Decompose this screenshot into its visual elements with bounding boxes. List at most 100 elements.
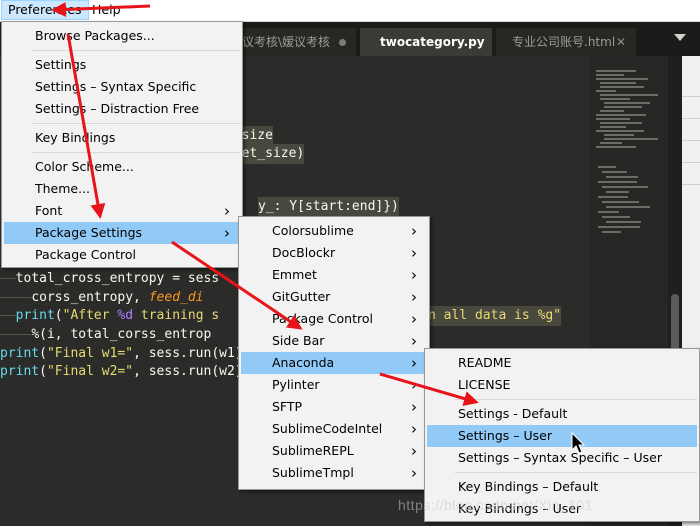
menu-item-label: Package Control (35, 247, 136, 262)
menu-item-label: Theme... (35, 181, 91, 196)
package-settings-side-bar[interactable]: Side Bar › (241, 330, 427, 352)
submenu-arrow-icon: › (411, 442, 417, 460)
anaconda-settings-syntax-specific-user[interactable]: Settings – Syntax Specific – User (427, 447, 697, 469)
menu-item-label: Anaconda (272, 355, 335, 370)
code-line: y_: Y[start:end]}) (258, 197, 399, 217)
code-line: ————corss_entropy, feed_di (0, 290, 204, 305)
submenu-arrow-icon: › (411, 310, 417, 328)
menu-item-label: Package Settings (35, 225, 143, 240)
menu-item-label: Color Scheme... (35, 159, 134, 174)
tab-modified-dot-icon (339, 39, 346, 46)
menu-item-label: SublimeTmpl (272, 465, 354, 480)
minimap-line (596, 146, 636, 148)
minimap-line (606, 176, 638, 178)
menu-item-label: Package Control (272, 311, 373, 326)
side-panel-divider (682, 140, 700, 141)
watermark: https://blog.csdn.net/Xin_101 (398, 497, 594, 513)
submenu-arrow-icon: › (411, 398, 417, 416)
preferences-settings-syntax-specific[interactable]: Settings – Syntax Specific (4, 76, 240, 98)
minimap-line (600, 110, 624, 112)
menu-item-label: Settings – User (458, 428, 552, 443)
preferences-package-control[interactable]: Package Control (4, 244, 240, 266)
preferences-theme[interactable]: Theme... (4, 178, 240, 200)
package-settings-pylinter[interactable]: Pylinter › (241, 374, 427, 396)
minimap-line (606, 221, 641, 223)
minimap-line (600, 122, 642, 124)
package-settings-docblockr[interactable]: DocBlockr › (241, 242, 427, 264)
menu-separator (455, 399, 697, 400)
menu-item-label: DocBlockr (272, 245, 336, 260)
minimap-line (602, 201, 639, 203)
minimap-line (596, 74, 624, 76)
minimap-line (602, 216, 630, 218)
menu-separator (32, 152, 240, 153)
menu-help[interactable]: Help (86, 0, 127, 20)
package-settings-emmet[interactable]: Emmet › (241, 264, 427, 286)
package-settings-sublimerepl[interactable]: SublimeREPL › (241, 440, 427, 462)
minimap-line (606, 206, 650, 208)
submenu-arrow-icon: › (411, 244, 417, 262)
minimap-line (602, 186, 648, 188)
menu-item-label: README (458, 355, 512, 370)
minimap-line (598, 166, 616, 168)
minimap-line (598, 211, 619, 213)
tab-active[interactable]: twocategory.py (360, 28, 492, 56)
package-settings-gitgutter[interactable]: GitGutter › (241, 286, 427, 308)
minimap-line (596, 130, 644, 132)
tab-overflow-icon[interactable] (674, 34, 686, 41)
preferences-key-bindings[interactable]: Key Bindings (4, 127, 240, 149)
code-line: n all data is %g" (428, 306, 562, 326)
anaconda-readme[interactable]: README (427, 352, 697, 374)
preferences-color-scheme[interactable]: Color Scheme... (4, 156, 240, 178)
minimap-line (598, 196, 628, 198)
preferences-package-settings[interactable]: Package Settings › (4, 222, 240, 244)
package-settings-sublimecodeintel[interactable]: SublimeCodeIntel › (241, 418, 427, 440)
minimap-line (596, 114, 646, 116)
package-settings-sftp[interactable]: SFTP › (241, 396, 427, 418)
package-settings-sublimetmpl[interactable]: SublimeTmpl › (241, 462, 427, 484)
menu-item-label: Settings – Syntax Specific (35, 79, 197, 94)
tab-1[interactable]: 议考核\嫒议考核 (226, 28, 356, 56)
minimap-line (604, 134, 634, 136)
minimap-line (604, 138, 658, 140)
code-line: print("Final w1=", sess.run(w1) (0, 346, 243, 361)
package-settings-colorsublime[interactable]: Colorsublime › (241, 220, 427, 242)
side-panel-divider (682, 118, 700, 119)
side-panel-divider (682, 96, 700, 97)
minimap-line (600, 142, 622, 144)
preferences-browse-packages[interactable]: Browse Packages... (4, 25, 240, 47)
code-line: ——total_cross_entropy = sess (0, 271, 220, 286)
menu-separator (32, 50, 240, 51)
side-panel-divider (682, 162, 700, 163)
submenu-arrow-icon: › (411, 420, 417, 438)
preferences-font[interactable]: Font › (4, 200, 240, 222)
menu-item-label: GitGutter (272, 289, 331, 304)
menu-item-label: Settings – Distraction Free (35, 101, 200, 116)
anaconda-menu: README LICENSE Settings - Default Settings … (424, 348, 700, 522)
menu-preferences[interactable]: Preferences (1, 0, 89, 20)
tab-3[interactable]: 专业公司账号.html ✕ (496, 28, 636, 56)
minimap-line (596, 90, 616, 92)
tab-close-icon[interactable]: ✕ (616, 28, 626, 56)
anaconda-settings-user[interactable]: Settings – User (427, 425, 697, 447)
side-panel-divider (682, 184, 700, 185)
anaconda-settings-default[interactable]: Settings - Default (427, 403, 697, 425)
minimap-line (600, 126, 626, 128)
submenu-arrow-icon: › (411, 332, 417, 350)
menu-item-label: Browse Packages... (35, 28, 155, 43)
package-settings-anaconda[interactable]: Anaconda › (241, 352, 427, 374)
preferences-settings[interactable]: Settings (4, 54, 240, 76)
menu-bar: Preferences Help (0, 0, 700, 22)
menu-separator (455, 472, 697, 473)
preferences-settings-distraction-free[interactable]: Settings – Distraction Free (4, 98, 240, 120)
menu-item-label: Key Bindings – Default (458, 479, 599, 494)
anaconda-license[interactable]: LICENSE (427, 374, 697, 396)
anaconda-key-bindings-default[interactable]: Key Bindings – Default (427, 476, 697, 498)
code-line: ————%(i, total_corss_entrop (0, 327, 212, 342)
code-line: print("Final w2=", sess.run(w2) (0, 364, 243, 379)
submenu-arrow-icon: › (411, 376, 417, 394)
submenu-arrow-icon: › (411, 288, 417, 306)
minimap-line (606, 191, 629, 193)
minimap-line (600, 94, 658, 96)
package-settings-package-control[interactable]: Package Control › (241, 308, 427, 330)
